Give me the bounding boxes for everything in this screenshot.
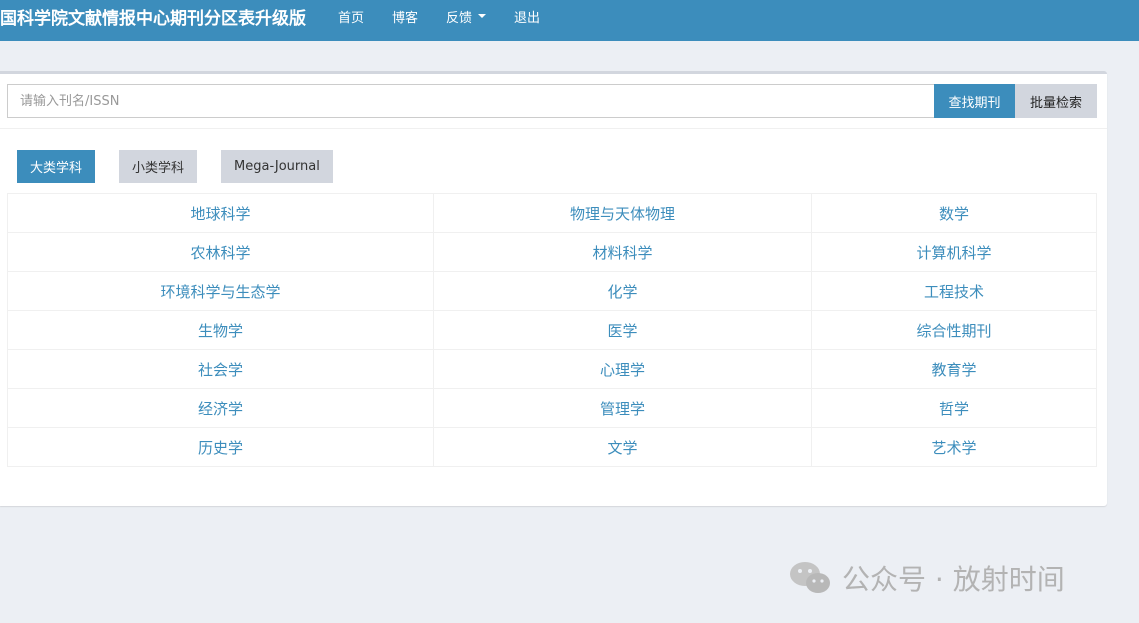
subject-link[interactable]: 经济学 xyxy=(7,388,434,428)
subject-link[interactable]: 历史学 xyxy=(7,427,434,467)
subject-table: 地球科学 物理与天体物理 数学 农林科学 材料科学 计算机科学 环境科学与生态学 化学 工程技术… xyxy=(7,193,1097,467)
subject-link[interactable]: 计算机科学 xyxy=(811,232,1097,272)
subject-link[interactable]: 艺术学 xyxy=(811,427,1097,467)
subject-link[interactable]: 数学 xyxy=(811,193,1097,233)
batch-search-button[interactable]: 批量检索 xyxy=(1015,84,1097,118)
tab-major-category[interactable]: 大类学科 xyxy=(17,150,96,183)
wechat-icon xyxy=(790,562,830,593)
subject-link[interactable]: 工程技术 xyxy=(811,271,1097,311)
subject-row: 经济学 管理学 哲学 xyxy=(7,388,1097,428)
subject-link[interactable]: 环境科学与生态学 xyxy=(7,271,434,311)
subject-row: 环境科学与生态学 化学 工程技术 xyxy=(7,271,1097,311)
tab-mega-journal[interactable]: Mega-Journal xyxy=(221,150,333,183)
watermark: 公众号 · 放射时间 xyxy=(788,558,1065,598)
nav-feedback-label: 反馈 xyxy=(446,10,473,26)
subject-link[interactable]: 哲学 xyxy=(811,388,1097,428)
subject-link[interactable]: 地球科学 xyxy=(7,193,434,233)
nav-home-link[interactable]: 首页 xyxy=(324,7,378,26)
subject-link[interactable]: 社会学 xyxy=(7,349,434,389)
nav-feedback-dropdown[interactable]: 反馈 xyxy=(432,7,500,26)
find-journal-button[interactable]: 查找期刊 xyxy=(934,84,1015,118)
subject-row: 地球科学 物理与天体物理 数学 xyxy=(7,193,1097,233)
subject-link[interactable]: 医学 xyxy=(433,310,812,350)
caret-down-icon xyxy=(478,14,487,18)
watermark-text: 公众号 · 放射时间 xyxy=(842,563,1065,596)
subject-link[interactable]: 农林科学 xyxy=(7,232,434,272)
nav-home-label: 首页 xyxy=(338,10,365,26)
subject-link[interactable]: 综合性期刊 xyxy=(811,310,1097,350)
subject-link[interactable]: 物理与天体物理 xyxy=(433,193,812,233)
tab-minor-category[interactable]: 小类学科 xyxy=(119,150,198,183)
site-title[interactable]: 国科学院文献情报中心期刊分区表升级版 xyxy=(0,4,306,29)
nav-logout-label: 退出 xyxy=(514,10,541,26)
subject-link[interactable]: 材料科学 xyxy=(433,232,812,272)
subject-link[interactable]: 管理学 xyxy=(433,388,812,428)
main-nav: 首页 博客 反馈 退出 xyxy=(324,7,554,26)
subject-link[interactable]: 教育学 xyxy=(811,349,1097,389)
nav-blog-link[interactable]: 博客 xyxy=(378,7,432,26)
journal-search-input[interactable] xyxy=(7,84,934,118)
divider xyxy=(0,128,1107,129)
subject-link[interactable]: 文学 xyxy=(433,427,812,467)
subject-row: 农林科学 材料科学 计算机科学 xyxy=(7,232,1097,272)
category-tabs: 大类学科 小类学科 Mega-Journal xyxy=(17,150,333,183)
search-panel: 查找期刊 批量检索 大类学科 小类学科 Mega-Journal 地球科学物理与… xyxy=(0,71,1107,506)
subject-row: 社会学 心理学 教育学 xyxy=(7,349,1097,389)
subject-link[interactable]: 化学 xyxy=(433,271,812,311)
nav-logout-link[interactable]: 退出 xyxy=(500,7,554,26)
subject-link[interactable]: 生物学 xyxy=(7,310,434,350)
top-navbar: 国科学院文献情报中心期刊分区表升级版 首页 博客 反馈 退出 xyxy=(0,0,1139,41)
subject-row: 生物学 医学 综合性期刊 xyxy=(7,310,1097,350)
subject-row: 历史学 文学 艺术学 xyxy=(7,427,1097,467)
subject-link[interactable]: 心理学 xyxy=(433,349,812,389)
nav-blog-label: 博客 xyxy=(392,10,419,26)
search-bar: 查找期刊 批量检索 xyxy=(7,84,1097,118)
